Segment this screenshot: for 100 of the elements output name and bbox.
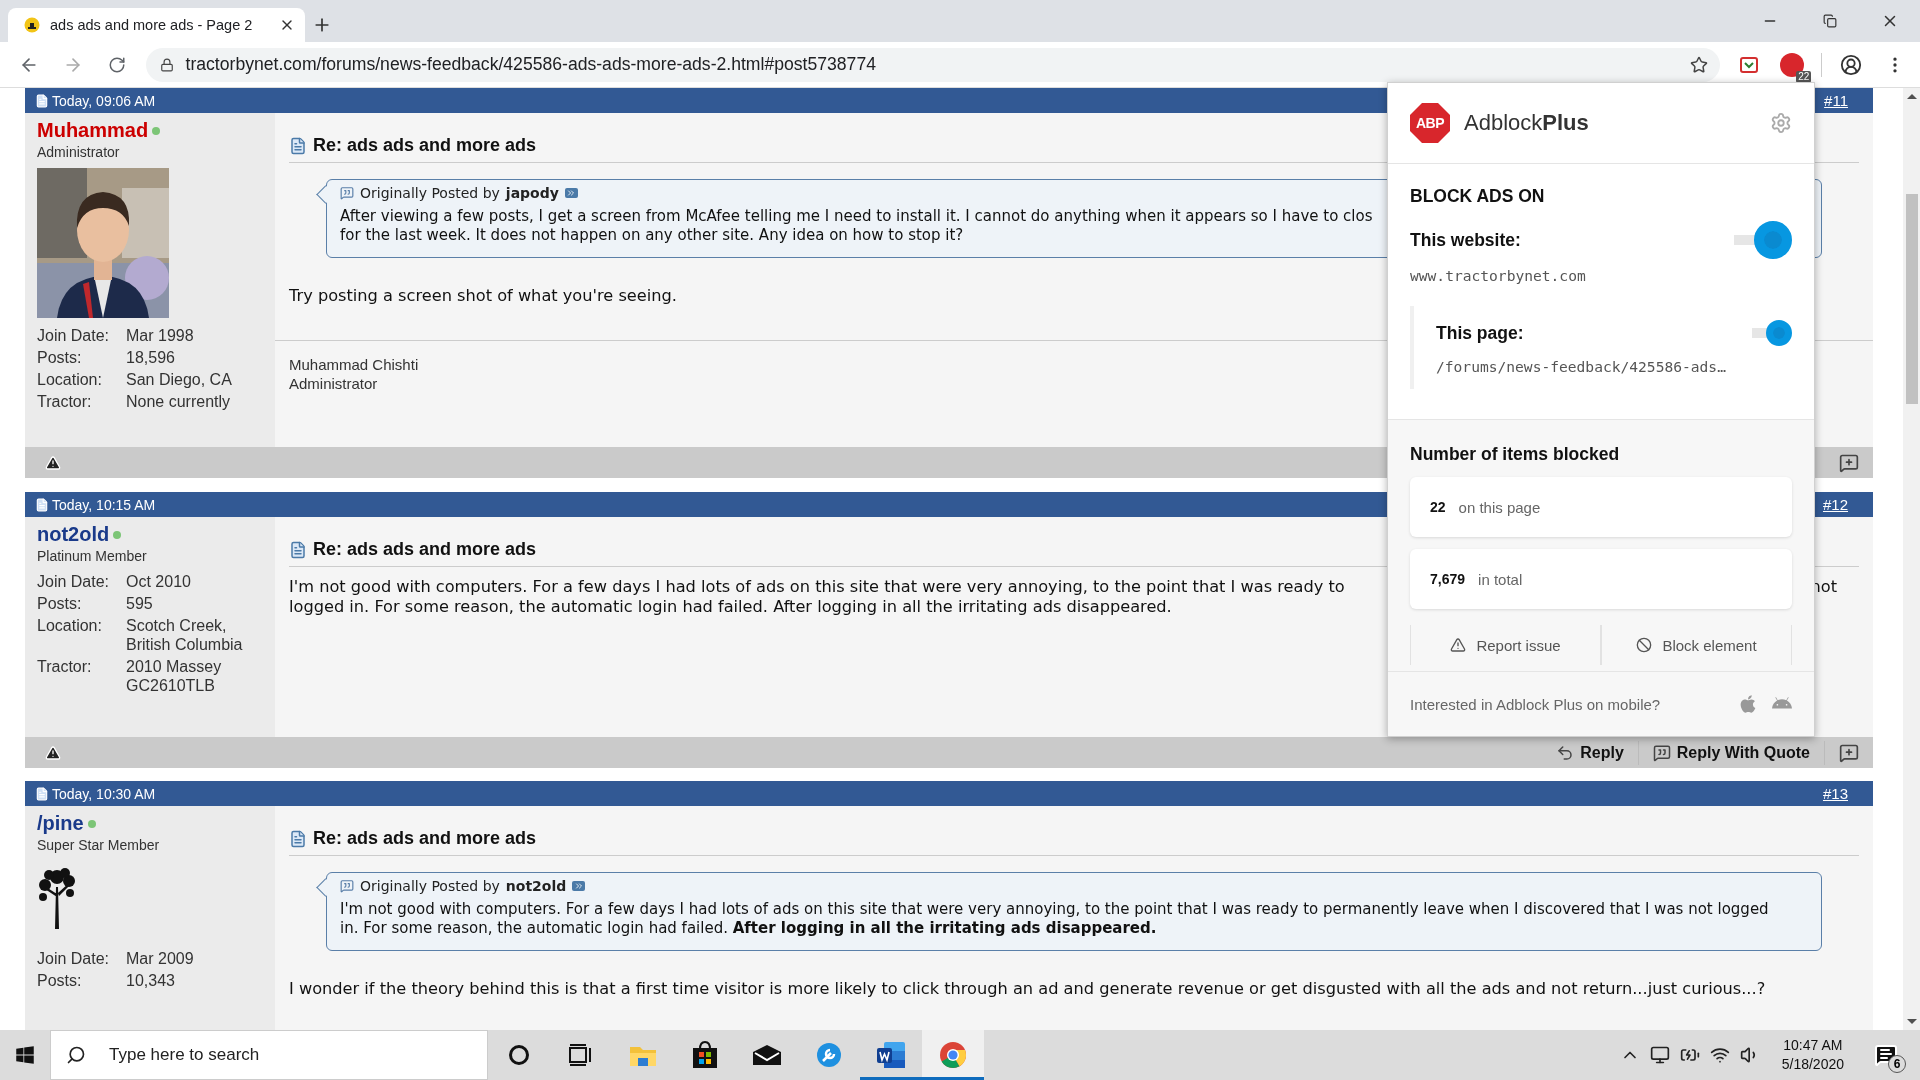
reload-icon[interactable] [107,55,126,74]
browser-tab[interactable]: ads ads and more ads - Page 2 [8,8,305,42]
stat-label: Posts: [37,971,83,990]
stat-label: Tractor: [37,392,93,411]
browser-icon [939,1040,967,1069]
document-icon [35,93,49,108]
document-icon [289,540,307,559]
mobile-prompt: Interested in Adblock Plus on mobile? [1410,695,1662,713]
post-number-link[interactable]: #12 [1822,496,1848,513]
adblock-logo: ABP [1410,103,1450,143]
restore-icon[interactable] [1823,14,1837,28]
post-text: I'm not good with computers. For a few days I had lots of ads on this site that were very annoying, to the point that I was ready to [289,577,1345,597]
lock-icon [159,57,174,72]
post-text: Try posting a screen shot of what you're seeing. [289,286,677,306]
document-icon [289,829,307,848]
notification-count: 6 [1888,1055,1906,1073]
document-icon [289,136,307,155]
stat-value: 595 [126,594,154,613]
star-icon[interactable] [1689,55,1708,74]
notifications-button[interactable]: 6 [1866,1035,1906,1075]
multi-quote-button[interactable] [1839,742,1859,763]
stat-value: 2010 Massey GC2610TLB [126,657,223,695]
username-link[interactable]: /pine [37,812,84,835]
quote-text: for the last week. It does not happen on any other site. Any idea on how to stop it? [340,226,964,245]
count-value: 7,679 [1430,571,1466,587]
post-number-link[interactable]: #11 [1824,92,1848,109]
wrench-icon [816,1041,842,1068]
quote-text: I'm not good with computers. For a few days I had lots of ads on this site that were very annoying, to the point that I was ready to permanently leave when I discovered that I was not logged [340,900,1769,919]
circle-icon [508,1043,530,1066]
tab-title: ads ads and more ads - Page 2 [50,17,254,33]
stat-value: 18,596 [126,348,176,367]
stat-value: Mar 2009 [126,949,195,968]
envelope-icon [752,1043,782,1066]
user-rank: Platinum Member [37,548,148,564]
stat-label: Posts: [37,594,83,613]
post-date: Today, 10:30 AM [52,785,156,802]
reply-arrow-icon[interactable] [1556,743,1575,762]
stat-value: 10,343 [126,971,176,990]
search-field[interactable]: Type here to search [50,1030,488,1080]
stat-value: San Diego, CA [126,370,233,389]
view-post-icon[interactable] [564,188,578,198]
windows-icon[interactable] [15,1045,35,1065]
clock[interactable]: 10:47 AM 5/18/2020 [1781,1036,1844,1074]
post-title: Re: ads ads and more ads [313,539,537,560]
post-date: Today, 09:06 AM [52,92,156,109]
quote-attribution: Originally Posted by [360,185,500,201]
block-element-button[interactable]: Block element [1601,625,1792,665]
extension-icon[interactable] [1739,55,1758,74]
scrollbar[interactable] [1903,88,1920,1030]
quote-icon [340,186,354,200]
website-domain: www.tractorbynet.com [1410,267,1586,284]
quote-text: After viewing a few posts, I get a screen from McAfee telling me I need to install it. I cannot do anything when it appears so I have to clos [340,207,1373,226]
quote-author: not2old [505,878,567,894]
username-link[interactable]: not2old [37,523,110,546]
post-title: Re: ads ads and more ads [313,828,537,849]
warning-icon[interactable] [1450,637,1467,653]
signature-text: Administrator [289,374,378,393]
favicon-icon [24,17,40,33]
report-issue-button[interactable]: Report issue [1410,625,1601,665]
stat-label: Location: [37,370,103,389]
quote-icon [340,879,354,893]
notification-icon[interactable] [1874,1043,1898,1067]
view-post-icon[interactable] [572,881,586,891]
section-heading: BLOCK ADS ON [1410,186,1546,207]
toggle-switch[interactable] [1752,320,1792,346]
count-label: on this page [1458,498,1541,516]
post-date: Today, 10:15 AM [52,496,156,513]
shopping-bag-icon [692,1040,718,1069]
reply-with-quote-button[interactable]: Reply With Quote [1638,740,1825,765]
username-link[interactable]: Muhammad [37,119,149,142]
page-label: This page: [1436,322,1524,344]
wifi-icon[interactable] [1709,1045,1730,1065]
reply-button[interactable]: Reply [1542,740,1639,765]
document-icon [35,786,49,801]
stat-value: Scotch Creek, British Columbia [126,616,244,654]
user-rank: Super Star Member [37,837,161,853]
count-value: 22 [1430,499,1446,515]
task-view-icon [569,1043,593,1066]
count-label: in total [1478,570,1523,588]
ban-icon[interactable] [1636,637,1653,653]
search-icon [66,1045,86,1065]
post-number-link[interactable]: #13 [1822,785,1848,802]
section-heading: Number of items blocked [1410,444,1621,465]
stat-value: Oct 2010 [126,572,192,591]
stat-label: Tractor: [37,657,93,677]
website-label: This website: [1410,229,1521,251]
document-icon [35,497,49,512]
tree-icon [37,867,77,929]
multi-quote-button[interactable] [1839,452,1859,473]
post-title: Re: ads ads and more ads [313,135,537,156]
url-text: tractorbynet.com/forums/news-feedback/425586-ads-ads-more-ads-2.html#post5738774 [185,54,877,75]
stat-label: Location: [37,616,103,636]
user-rank: Administrator [37,144,121,160]
monitor-icon[interactable] [1649,1045,1670,1065]
quote-attribution: Originally Posted by [360,878,500,894]
apple-icon[interactable] [1738,694,1758,714]
quote-icon[interactable] [1652,743,1671,762]
address-bar[interactable]: tractorbynet.com/forums/news-feedback/425586-ads-ads-more-ads-2.html#post5738774 [145,47,1720,82]
quote-author: japody [505,185,559,201]
stat-label: Posts: [37,348,83,367]
